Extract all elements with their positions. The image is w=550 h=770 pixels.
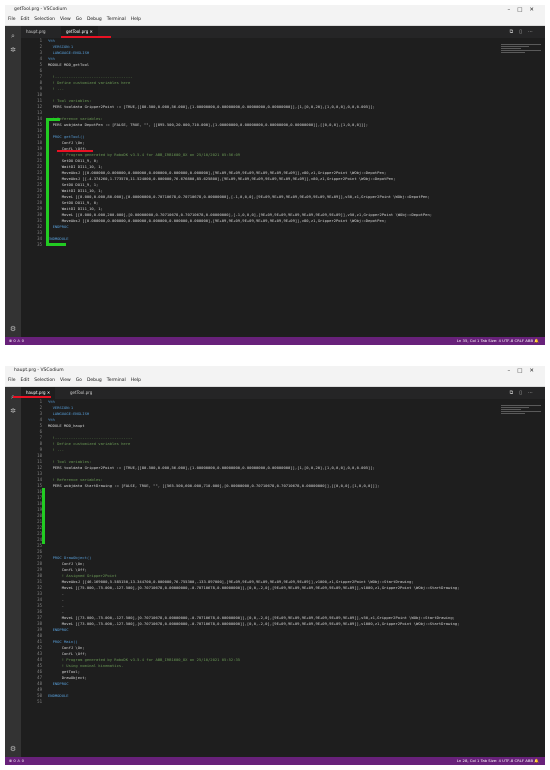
line-number-gutter: 1 2 3 4 5 6 7 8 9 10 11 12 13 14 15 16 17 18 19 20 21 22 23 24 2… (21, 399, 45, 705)
code-line[interactable]: MoveL [[0.000,0.000,80.000],[0.00000000,… (48, 194, 495, 200)
search-icon[interactable]: ⌕ (9, 32, 17, 40)
menu-selection[interactable]: Selection (34, 17, 55, 22)
window-title: haupt.prg - VSCodium (14, 368, 64, 373)
menu-file[interactable]: File (8, 17, 16, 22)
menu-debug[interactable]: Debug (87, 17, 102, 22)
menu-go[interactable]: Go (76, 378, 82, 383)
menu-go[interactable]: Go (76, 17, 82, 22)
debug-icon[interactable]: ✲ (9, 407, 17, 415)
annotation-green-bracket (46, 243, 66, 246)
annotation-red-underline (57, 150, 93, 152)
line-number-gutter: 1 2 3 4 5 6 7 8 9 10 11 12 13 14 15 16 17 18 19 20 21 22 23 24 2… (21, 38, 45, 248)
activity-bar: ⌕ ✲ ⚙ (5, 26, 21, 337)
title-bar: getTool.prg - VSCodium –□✕ (5, 5, 545, 15)
code-line[interactable] (48, 699, 495, 705)
annotation-red-underline (13, 396, 51, 398)
menu-bar: File Edit Selection View Go Debug Terminal Help (5, 15, 545, 26)
menu-terminal[interactable]: Terminal (107, 378, 126, 383)
tab-label: haupt.prg (26, 390, 46, 395)
status-info[interactable]: Ln 35, Col 1 Tab Size: 4 UTF-8 CRLF ABB … (457, 337, 539, 345)
close-icon[interactable]: ✕ (90, 29, 93, 34)
menu-edit[interactable]: Edit (21, 17, 30, 22)
menu-help[interactable]: Help (131, 378, 141, 383)
code-area[interactable]: %%% VERSION:1 LANGUAGE:ENGLISH%%% MODULE … (48, 399, 495, 705)
window-controls[interactable]: –□✕ (507, 366, 541, 376)
editor-window-gettool: getTool.prg - VSCodium –□✕ File Edit Selec… (5, 5, 545, 345)
tab-label: haupt.prg (26, 29, 46, 34)
code-editor[interactable]: 1 2 3 4 5 6 7 8 9 10 11 12 13 14 15 16 17 18 19 20 21 22 23 24 2… (21, 399, 545, 757)
code-line[interactable]: MoveL [[73.000,-75.000,-127.500],[0.7071… (48, 621, 495, 627)
debug-icon[interactable]: ✲ (9, 46, 17, 54)
problems-indicator[interactable]: ⊗ 0 ⚠ 0 (9, 757, 24, 765)
code-line[interactable]: MoveL [[75.000,-75.000,-127.500],[0.7071… (48, 585, 495, 591)
menu-edit[interactable]: Edit (21, 378, 30, 383)
line-number: 35 (37, 242, 42, 247)
annotation-green-bracket (46, 118, 49, 246)
problems-indicator[interactable]: ⊗ 0 ⚠ 0 (9, 337, 24, 345)
menu-view[interactable]: View (60, 378, 71, 383)
code-line[interactable] (48, 242, 495, 248)
code-editor[interactable]: 1 2 3 4 5 6 7 8 9 10 11 12 13 14 15 16 17 18 19 20 21 22 23 24 2… (21, 38, 545, 337)
close-icon[interactable]: ✕ (47, 390, 50, 395)
editor-actions[interactable]: ⧉▯⋯ (510, 387, 539, 399)
menu-view[interactable]: View (60, 17, 71, 22)
status-info[interactable]: Ln 28, Col 1 Tab Size: 4 UTF-8 CRLF ABB … (457, 757, 539, 765)
minimap[interactable] (501, 44, 541, 68)
menu-terminal[interactable]: Terminal (107, 17, 126, 22)
gear-icon[interactable]: ⚙ (9, 325, 17, 333)
window-controls[interactable]: –□✕ (507, 5, 541, 15)
tab-gettool[interactable]: getTool.prg (65, 387, 97, 399)
tab-haupt[interactable]: haupt.prg (21, 26, 51, 38)
status-bar: ⊗ 0 ⚠ 0 Ln 35, Col 1 Tab Size: 4 UTF-8 C… (5, 337, 545, 345)
activity-bar: ⌕ ✲ ⚙ (5, 387, 21, 757)
editor-actions[interactable]: ⧉▯⋯ (510, 26, 539, 38)
annotation-green-bracket (42, 488, 45, 544)
menu-debug[interactable]: Debug (87, 378, 102, 383)
code-area[interactable]: %%% VERSION:1 LANGUAGE:ENGLISH%%% MODULE … (48, 38, 495, 248)
status-bar: ⊗ 0 ⚠ 0 Ln 28, Col 1 Tab Size: 4 UTF-8 C… (5, 757, 545, 765)
menu-help[interactable]: Help (131, 17, 141, 22)
tab-label: getTool.prg (66, 29, 89, 34)
annotation-green-bracket (46, 118, 60, 121)
editor-window-haupt: haupt.prg - VSCodium –□✕ File Edit Selecti… (5, 366, 545, 765)
window-title: getTool.prg - VSCodium (14, 7, 67, 12)
tab-bar: haupt.prg ✕ getTool.prg ⧉▯⋯ (21, 387, 545, 399)
line-number: 51 (37, 699, 42, 704)
menu-file[interactable]: File (8, 378, 16, 383)
menu-bar: File Edit Selection View Go Debug Terminal Help (5, 376, 545, 387)
title-bar: haupt.prg - VSCodium –□✕ (5, 366, 545, 376)
annotation-red-underline (61, 36, 111, 38)
gear-icon[interactable]: ⚙ (9, 745, 17, 753)
minimap[interactable] (501, 405, 541, 429)
tab-label: getTool.prg (70, 390, 93, 395)
menu-selection[interactable]: Selection (34, 378, 55, 383)
